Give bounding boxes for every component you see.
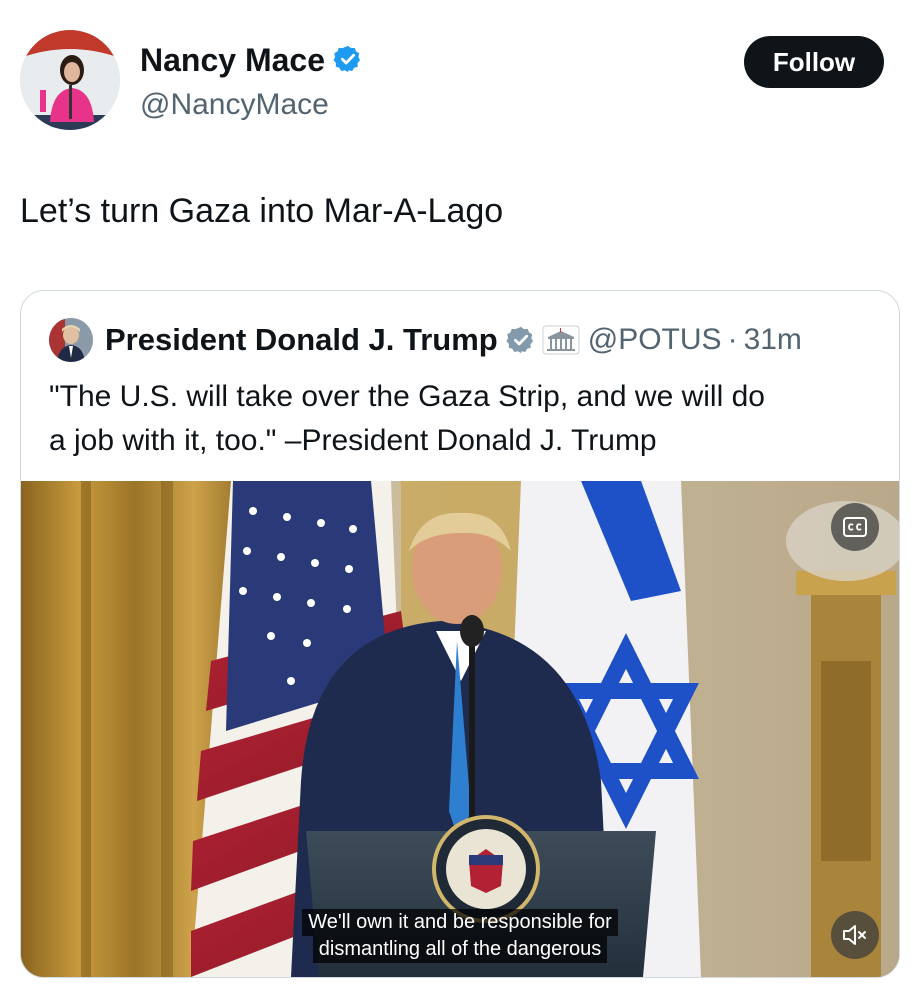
quoted-tweet-card[interactable]: President Donald J. Trump @POTUS · 31m "Th… bbox=[20, 290, 900, 978]
verified-badge-icon bbox=[506, 325, 536, 355]
quoted-tweet-text-line: "The U.S. will take over the Gaza Strip,… bbox=[49, 380, 765, 413]
quoted-author-handle[interactable]: @POTUS bbox=[588, 323, 722, 357]
quoted-author-avatar-image bbox=[49, 318, 93, 362]
author-avatar-image bbox=[20, 30, 120, 130]
video-caption: We'll own it and be responsible for dism… bbox=[283, 909, 637, 963]
video-frame bbox=[21, 481, 899, 977]
author-avatar[interactable] bbox=[20, 30, 120, 130]
quoted-tweet-text: "The U.S. will take over the Gaza Strip,… bbox=[49, 375, 879, 463]
closed-captions-icon bbox=[843, 517, 867, 537]
author-handle[interactable]: @NancyMace bbox=[140, 88, 329, 122]
closed-captions-button[interactable] bbox=[831, 503, 879, 551]
muted-speaker-icon bbox=[843, 925, 866, 945]
mute-button[interactable] bbox=[831, 911, 879, 959]
quoted-author-name[interactable]: President Donald J. Trump bbox=[105, 322, 498, 358]
author-name[interactable]: Nancy Mace bbox=[140, 42, 363, 82]
follow-button[interactable]: Follow bbox=[744, 36, 884, 88]
quoted-tweet-time[interactable]: 31m bbox=[744, 323, 802, 357]
meta-separator: · bbox=[727, 323, 738, 356]
quoted-author-avatar[interactable] bbox=[49, 318, 93, 362]
video-caption-line: We'll own it and be responsible for bbox=[302, 909, 618, 936]
video-player[interactable]: We'll own it and be responsible for dism… bbox=[21, 481, 899, 977]
tweet-text: Let’s turn Gaza into Mar-A-Lago bbox=[20, 192, 504, 230]
quoted-tweet-header: President Donald J. Trump @POTUS · 31m bbox=[49, 317, 802, 363]
video-caption-line: dismantling all of the dangerous bbox=[312, 936, 608, 963]
verified-badge-icon bbox=[333, 44, 363, 82]
white-house-icon bbox=[542, 325, 580, 355]
quoted-tweet-text-line: a job with it, too." –President Donald J… bbox=[49, 424, 657, 457]
